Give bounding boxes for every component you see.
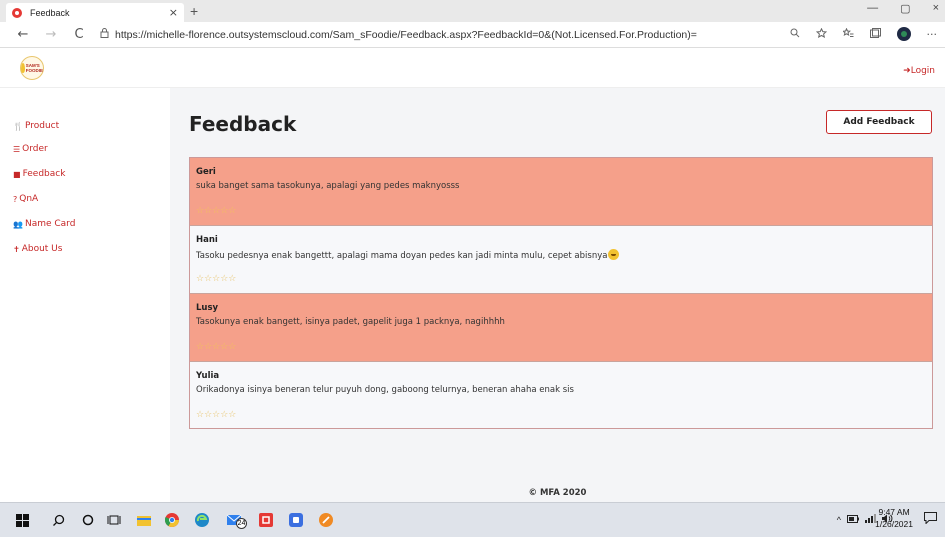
back-button[interactable]: ← (12, 27, 34, 42)
feedback-message-row: Tasoku pedesnya enak bangettt, apalagi m… (196, 249, 620, 261)
logo-pin-icon (21, 63, 25, 73)
login-label: Login (910, 66, 935, 76)
url-field[interactable]: https://michelle-florence.outsystemsclou… (115, 29, 697, 41)
feedback-author: Lusy (196, 303, 219, 313)
login-icon: ➜ (903, 66, 911, 76)
rating-stars: ☆☆☆☆☆ (196, 206, 237, 216)
order-icon: ☰ (13, 144, 21, 154)
taskbar: 24 ^ 9:47 AM 1/26/2021 (0, 502, 945, 537)
reload-button[interactable]: C (68, 27, 90, 42)
logo[interactable]: SAM'S FOODIE (20, 56, 44, 80)
app-header: SAM'S FOODIE ➜Login (0, 48, 945, 88)
site-favicon-icon (12, 7, 22, 18)
feedback-message: suka banget sama tasokunya, apalagi yang… (196, 181, 460, 191)
feedback-author: Hani (196, 235, 218, 245)
chevron-up-icon[interactable]: ^ (837, 515, 841, 525)
chrome-icon[interactable] (164, 512, 180, 528)
feedback-message: Orikadonya isinya beneran telur puyuh do… (196, 385, 574, 395)
cortana-icon[interactable] (80, 512, 96, 528)
login-link[interactable]: ➜Login (903, 66, 935, 76)
sidebar-item-label: QnA (19, 194, 39, 204)
profile-avatar[interactable] (896, 27, 911, 41)
more-menu-icon[interactable]: ··· (927, 28, 938, 41)
mail-app-icon[interactable]: 24 (222, 512, 248, 529)
window-controls: — ▢ × (867, 2, 939, 15)
feedback-card[interactable]: Geri suka banget sama tasokunya, apalagi… (190, 158, 932, 226)
paint-app-icon[interactable] (318, 512, 334, 528)
action-center-icon[interactable] (924, 512, 937, 527)
feedback-icon: ■ (13, 169, 21, 179)
notification-badge: 24 (236, 518, 247, 529)
clock-time: 9:47 AM (878, 507, 910, 517)
favorite-star-icon[interactable] (815, 27, 827, 41)
question-icon: ? (13, 194, 18, 204)
address-bar-row: ← → C https://michelle-florence.outsyste… (0, 22, 945, 48)
taskbar-clock[interactable]: 9:47 AM 1/26/2021 (875, 506, 913, 530)
sidebar-item-label: Feedback (22, 169, 66, 179)
people-icon: 👥 (13, 219, 23, 229)
task-view-icon[interactable] (106, 512, 122, 528)
feedback-message: Tasoku pedesnya enak bangettt, apalagi m… (196, 251, 608, 261)
file-explorer-icon[interactable] (136, 512, 152, 528)
rating-stars: ☆☆☆☆☆ (196, 342, 237, 352)
windows-start-icon[interactable] (14, 512, 30, 528)
sidebar-item-qna[interactable]: ? QnA (13, 194, 38, 204)
sidebar-item-order[interactable]: ☰ Order (13, 144, 48, 154)
new-tab-button[interactable]: + (190, 3, 198, 19)
favorites-list-icon[interactable] (841, 27, 854, 41)
edge-icon[interactable] (194, 512, 210, 528)
sidebar-item-feedback[interactable]: ■ Feedback (13, 169, 65, 179)
page-title: Feedback (189, 112, 297, 136)
sidebar-item-label: Name Card (24, 219, 76, 229)
footer-copyright: © MFA 2020 (528, 488, 587, 498)
sidebar-item-label: Order (22, 144, 48, 154)
forward-button[interactable]: → (40, 27, 62, 42)
logo-text-2: FOODIE (25, 68, 43, 73)
browser-toolbar-icons: ··· (790, 27, 938, 41)
product-icon: 🍴 (13, 121, 23, 131)
rating-stars: ☆☆☆☆☆ (196, 410, 237, 420)
person-icon: ✝ (13, 244, 20, 254)
feedback-message: Tasokunya enak bangett, isinya padet, ga… (196, 317, 505, 327)
feedback-card[interactable]: Hani Tasoku pedesnya enak bangettt, apal… (190, 226, 932, 294)
feedback-author: Geri (196, 167, 216, 177)
office-app-icon[interactable] (258, 512, 274, 528)
teams-app-icon[interactable] (288, 512, 304, 528)
feedback-author: Yulia (196, 371, 220, 381)
clock-date: 1/26/2021 (875, 519, 913, 529)
main-content: Feedback Add Feedback Geri suka banget s… (170, 88, 945, 502)
zoom-icon[interactable] (790, 28, 800, 41)
rating-stars: ☆☆☆☆☆ (196, 274, 237, 284)
grin-emoji-icon (608, 249, 620, 260)
browser-tabbar: Feedback × + — ▢ × (0, 0, 945, 22)
sidebar-item-label: Product (24, 121, 60, 131)
collections-icon[interactable] (869, 27, 881, 41)
minimize-button[interactable]: — (867, 2, 878, 15)
feedback-card[interactable]: Lusy Tasokunya enak bangett, isinya pade… (190, 294, 932, 362)
close-window-button[interactable]: × (933, 2, 939, 15)
web-app: SAM'S FOODIE ➜Login 🍴 Product ☰ Order ■ … (0, 48, 945, 502)
sidebar-item-label: About Us (21, 244, 63, 254)
search-icon[interactable] (50, 512, 66, 528)
sidebar-item-name-card[interactable]: 👥 Name Card (13, 219, 75, 229)
feedback-list[interactable]: Geri suka banget sama tasokunya, apalagi… (189, 157, 933, 429)
sidebar-item-product[interactable]: 🍴 Product (13, 121, 59, 131)
browser-tab[interactable]: Feedback × (6, 3, 184, 22)
feedback-card[interactable]: Yulia Orikadonya isinya beneran telur pu… (190, 362, 932, 428)
sidebar: 🍴 Product ☰ Order ■ Feedback ? QnA 👥 Nam… (0, 88, 170, 502)
add-feedback-button[interactable]: Add Feedback (826, 110, 932, 134)
tab-title: Feedback (30, 7, 70, 18)
maximize-button[interactable]: ▢ (900, 2, 910, 15)
battery-icon[interactable] (847, 514, 859, 525)
sidebar-item-about-us[interactable]: ✝ About Us (13, 244, 62, 254)
tab-close-icon[interactable]: × (169, 6, 178, 19)
lock-icon[interactable] (100, 28, 109, 41)
